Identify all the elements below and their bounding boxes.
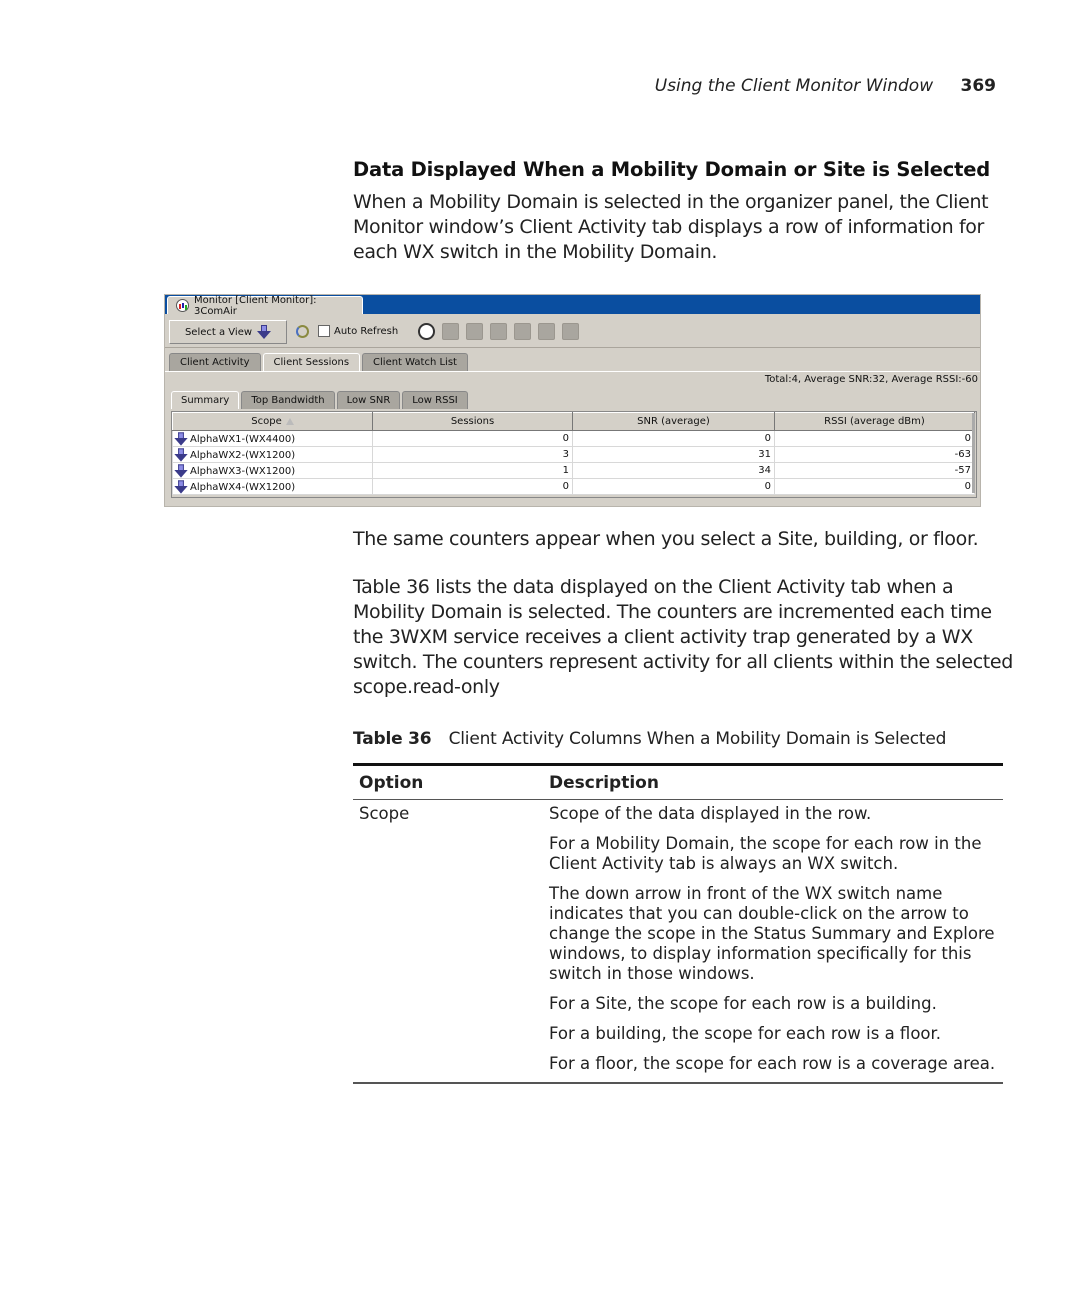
table-row: Scope Scope of the data displayed in the…: [353, 800, 1003, 1084]
snr-cell: 0: [572, 478, 775, 495]
subtab-top-bandwidth[interactable]: Top Bandwidth: [241, 391, 335, 409]
header-option: Option: [359, 772, 424, 793]
select-view-button[interactable]: Select a View: [169, 320, 287, 344]
tab-client-watch-list[interactable]: Client Watch List: [362, 353, 468, 371]
table-caption: Table 36 Client Activity Columns When a …: [353, 729, 946, 749]
sessions-cell: 3: [372, 446, 573, 463]
option-cell: Scope: [359, 804, 410, 823]
description-line: For a building, the scope for each row i…: [549, 1024, 942, 1043]
column-header-rssi[interactable]: RSSI (average dBm): [774, 412, 975, 431]
toolbar-icons: [418, 323, 579, 340]
sessions-cell: 0: [372, 430, 573, 447]
main-tabs: Client Activity Client Sessions Client W…: [169, 353, 470, 371]
client-icon[interactable]: [466, 323, 483, 340]
subtab-summary[interactable]: Summary: [171, 391, 240, 409]
drill-down-arrow-icon[interactable]: [174, 431, 188, 446]
options-table: Option Description Scope Scope of the da…: [353, 763, 1003, 1084]
description-cell: Scope of the data displayed in the row. …: [549, 804, 1003, 1084]
tabs-divider: [165, 371, 980, 372]
report-icon[interactable]: [562, 323, 579, 340]
table-row[interactable]: AlphaWX1-(WX4400) 0 0 0: [172, 430, 975, 447]
monitor-icon: [176, 299, 189, 312]
window-tab-label: Monitor [Client Monitor]: 3ComAir: [193, 294, 317, 317]
tab-client-activity[interactable]: Client Activity: [169, 353, 261, 371]
table-label: Table 36: [353, 729, 432, 749]
snr-cell: 34: [572, 462, 775, 479]
refresh-icon[interactable]: [296, 325, 309, 338]
description-line: Scope of the data displayed in the row.: [549, 804, 872, 823]
subtab-low-rssi[interactable]: Low RSSI: [402, 391, 468, 409]
table-caption-text: Client Activity Columns When a Mobility …: [448, 729, 947, 749]
table-reference-paragraph: Table 36 lists the data displayed on the…: [353, 576, 1013, 698]
table-row[interactable]: AlphaWX3-(WX1200) 1 34 -57: [172, 462, 975, 479]
table-row[interactable]: AlphaWX2-(WX1200) 3 31 -63: [172, 446, 975, 463]
column-header-sessions[interactable]: Sessions: [372, 412, 573, 431]
down-arrow-icon: [257, 325, 272, 339]
clients-group-icon[interactable]: [514, 323, 531, 340]
description-line: For a Site, the scope for each row is a …: [549, 994, 937, 1013]
scope-cell: AlphaWX4-(WX1200): [172, 478, 373, 495]
select-view-label: Select a View: [184, 326, 253, 338]
running-header: Using the Client Monitor Window 369: [655, 76, 996, 96]
snr-cell: 31: [572, 446, 775, 463]
description-line: The down arrow in front of the WX switch…: [549, 884, 995, 983]
subtab-low-snr[interactable]: Low SNR: [336, 391, 401, 409]
sub-tabs: Summary Top Bandwidth Low SNR Low RSSI: [171, 391, 470, 409]
sessions-cell: 1: [372, 462, 573, 479]
intro-paragraph: When a Mobility Domain is selected in th…: [353, 191, 989, 263]
rssi-cell: -57: [774, 462, 975, 479]
summary-grid: Scope Sessions SNR (average) RSSI (avera…: [171, 411, 977, 498]
summary-status: Total:4, Average SNR:32, Average RSSI:-6…: [764, 374, 978, 385]
scope-cell: AlphaWX2-(WX1200): [172, 446, 373, 463]
snr-cell: 0: [572, 430, 775, 447]
rssi-cell: 0: [774, 478, 975, 495]
summary-table: Scope Sessions SNR (average) RSSI (avera…: [172, 412, 975, 495]
auto-refresh-checkbox[interactable]: [318, 325, 330, 337]
description-line: For a Mobility Domain, the scope for eac…: [549, 834, 982, 873]
auto-refresh-toggle[interactable]: Auto Refresh: [318, 325, 398, 337]
page-number: 369: [960, 76, 997, 96]
column-header-scope[interactable]: Scope: [172, 412, 373, 431]
table-header-row: Option Description: [353, 766, 1003, 800]
section-title: Data Displayed When a Mobility Domain or…: [353, 158, 991, 181]
drill-down-arrow-icon[interactable]: [174, 463, 188, 478]
client-watch-icon[interactable]: [490, 323, 507, 340]
scope-cell: AlphaWX1-(WX4400): [172, 430, 373, 447]
table-row[interactable]: AlphaWX4-(WX1200) 0 0 0: [172, 478, 975, 495]
drill-down-arrow-icon[interactable]: [174, 447, 188, 462]
drill-down-arrow-icon[interactable]: [174, 479, 188, 494]
running-header-title: Using the Client Monitor Window: [654, 76, 934, 96]
same-counters-paragraph: The same counters appear when you select…: [353, 528, 979, 550]
tab-client-sessions[interactable]: Client Sessions: [262, 353, 361, 371]
column-header-snr[interactable]: SNR (average): [572, 412, 775, 431]
rssi-cell: 0: [774, 430, 975, 447]
scope-cell: AlphaWX3-(WX1200): [172, 462, 373, 479]
client-monitor-screenshot: Monitor [Client Monitor]: 3ComAir Select…: [164, 294, 981, 507]
toolbar: Select a View Auto Refresh: [165, 317, 980, 348]
client-search-icon[interactable]: [418, 323, 435, 340]
sort-ascending-icon: [285, 417, 294, 425]
grid-header-row: Scope Sessions SNR (average) RSSI (avera…: [172, 412, 975, 431]
description-line: For a floor, the scope for each row is a…: [549, 1054, 996, 1073]
chart-icon[interactable]: [442, 323, 459, 340]
auto-refresh-label: Auto Refresh: [334, 325, 399, 337]
vertical-scrollbar[interactable]: [972, 413, 975, 493]
header-description: Description: [549, 772, 659, 793]
window-tab[interactable]: Monitor [Client Monitor]: 3ComAir: [167, 294, 363, 317]
rssi-cell: -63: [774, 446, 975, 463]
clients-group-export-icon[interactable]: [538, 323, 555, 340]
sessions-cell: 0: [372, 478, 573, 495]
